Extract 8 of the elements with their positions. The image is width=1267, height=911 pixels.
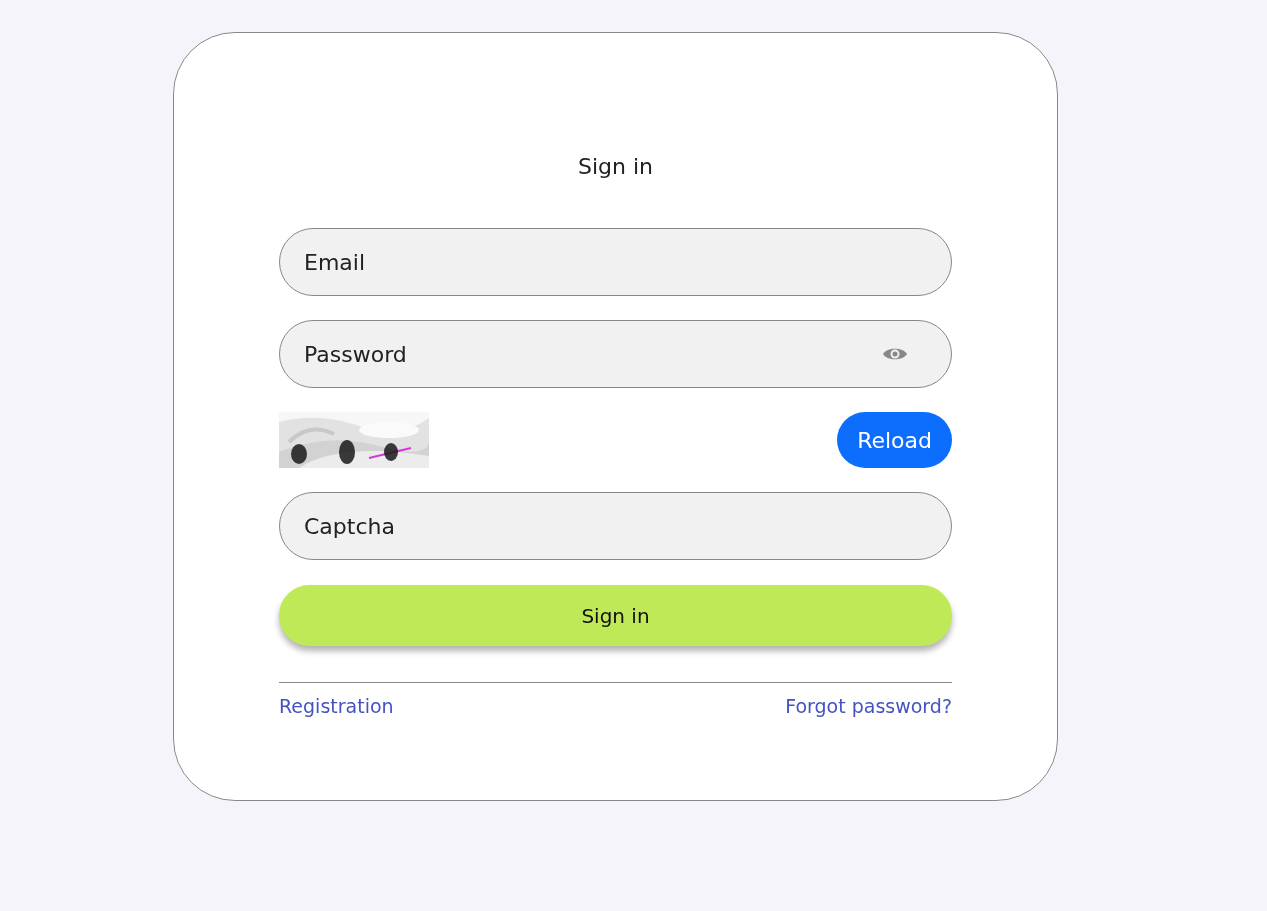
forgot-password-link[interactable]: Forgot password? (785, 695, 952, 717)
password-field[interactable]: Password (279, 320, 952, 388)
input-field[interactable]: Email (279, 228, 952, 296)
reload-button[interactable]: Reload (837, 412, 952, 468)
input-field[interactable]: Captcha (279, 492, 952, 560)
sign-in-button[interactable]: Sign in (279, 585, 952, 646)
registration-link[interactable]: Registration (279, 695, 394, 717)
form-title: Sign in (576, 154, 654, 180)
